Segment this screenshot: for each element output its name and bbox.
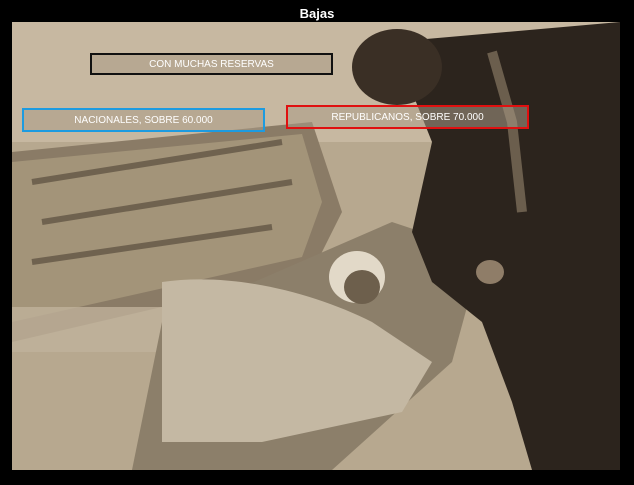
republicans-label: REPUBLICANOS, SOBRE 70.000 — [286, 105, 529, 129]
republicans-text: REPUBLICANOS, SOBRE 70.000 — [331, 111, 484, 123]
slide-title: Bajas — [299, 6, 335, 21]
nationals-text: NACIONALES, SOBRE 60.000 — [74, 114, 213, 126]
photo-illustration — [12, 22, 620, 470]
nationals-label: NACIONALES, SOBRE 60.000 — [22, 108, 265, 132]
man-head — [352, 29, 442, 105]
reserves-text: CON MUCHAS RESERVAS — [149, 58, 274, 70]
reserves-label: CON MUCHAS RESERVAS — [90, 53, 333, 75]
historical-photo — [12, 22, 620, 470]
